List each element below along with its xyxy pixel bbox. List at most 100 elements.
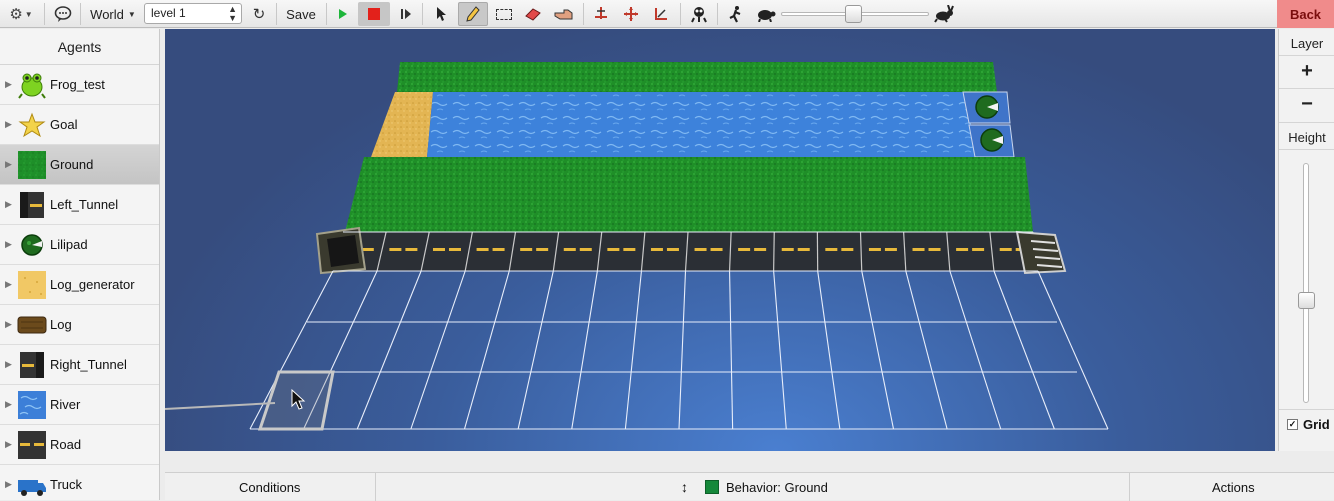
- agent-item-ground[interactable]: ▶ Ground: [0, 145, 159, 185]
- lilipad-tile: [969, 125, 1014, 157]
- cursor-ray: [165, 403, 275, 409]
- road-dash: [564, 248, 576, 251]
- agent-item-log-generator[interactable]: ▶ Log_generator: [0, 265, 159, 305]
- road-tile-divider: [774, 232, 775, 271]
- speech-bubble-icon: [54, 5, 72, 23]
- agent-item-frog-test[interactable]: ▶ Frog_test: [0, 65, 159, 105]
- right-panel: Layer + − Height ✓ Grid: [1278, 29, 1334, 451]
- marquee-select-tool[interactable]: [494, 0, 514, 28]
- road-dash: [695, 248, 707, 251]
- agent-item-river[interactable]: ▶ River: [0, 385, 159, 425]
- agents-panel: Agents ▶ Frog_test ▶ Goal ▶ Ground ▶ Lef…: [0, 29, 160, 500]
- road-dash: [754, 248, 766, 251]
- disclosure-triangle-icon[interactable]: ▶: [5, 279, 12, 290]
- behavior-title-label: Behavior: Ground: [726, 480, 828, 495]
- level-select[interactable]: level 1 ▲▼: [144, 3, 242, 24]
- scale-tool[interactable]: [650, 0, 672, 28]
- updown-arrows-icon: ↕: [681, 479, 688, 495]
- gear-icon: ⚙: [9, 5, 22, 23]
- hand-tool[interactable]: [552, 0, 576, 28]
- play-button[interactable]: [334, 0, 352, 28]
- speed-slider-thumb[interactable]: [845, 5, 862, 23]
- rotate-tool[interactable]: [590, 0, 612, 28]
- level-select-value: level 1: [151, 6, 186, 20]
- running-figure-icon: [727, 5, 743, 23]
- agent-item-log[interactable]: ▶ Log: [0, 305, 159, 345]
- settings-menu-button[interactable]: ⚙▼: [6, 0, 36, 28]
- agent-item-label: Log: [50, 317, 72, 332]
- runner-tool[interactable]: [724, 0, 746, 28]
- agent-item-left-tunnel[interactable]: ▶ Left_Tunnel: [0, 185, 159, 225]
- river-tile-icon: [17, 390, 47, 420]
- fast-speed-button[interactable]: [931, 0, 957, 28]
- agent-item-right-tunnel[interactable]: ▶ Right_Tunnel: [0, 345, 159, 385]
- road-dash: [929, 248, 941, 251]
- road-dash: [667, 248, 679, 251]
- slow-speed-button[interactable]: [754, 0, 778, 28]
- disclosure-triangle-icon[interactable]: ▶: [5, 159, 12, 170]
- actions-header[interactable]: Actions: [1212, 473, 1255, 501]
- agent-item-label: Log_generator: [50, 277, 135, 292]
- log-generator-tile: [371, 92, 433, 157]
- layer-up-button[interactable]: +: [1279, 56, 1334, 86]
- disclosure-triangle-icon[interactable]: ▶: [5, 479, 12, 490]
- resize-handle[interactable]: ↕: [681, 473, 688, 501]
- road-dash: [711, 248, 723, 251]
- road-dash: [405, 248, 417, 251]
- height-slider-thumb[interactable]: [1298, 292, 1315, 309]
- save-button[interactable]: Save: [282, 0, 320, 28]
- ground-strip-top: [397, 62, 997, 92]
- disclosure-triangle-icon[interactable]: ▶: [5, 79, 12, 90]
- disclosure-triangle-icon[interactable]: ▶: [5, 119, 12, 130]
- grid-checkbox[interactable]: ✓ Grid: [1287, 417, 1330, 432]
- stop-icon: [368, 8, 380, 20]
- world-canvas[interactable]: [165, 29, 1275, 451]
- step-forward-icon: [400, 8, 412, 20]
- agent-item-label: Truck: [50, 477, 82, 492]
- ground-swatch-icon: [705, 480, 719, 494]
- disclosure-triangle-icon[interactable]: ▶: [5, 239, 12, 250]
- disclosure-triangle-icon[interactable]: ▶: [5, 319, 12, 330]
- road-dash: [623, 248, 635, 251]
- log-icon: [17, 310, 47, 340]
- conditions-header[interactable]: Conditions: [239, 473, 300, 501]
- road-dash: [362, 248, 374, 251]
- save-label: Save: [286, 7, 316, 22]
- agent-item-label: Right_Tunnel: [50, 357, 127, 372]
- eraser-tool[interactable]: [523, 0, 543, 28]
- road-row: [333, 232, 1038, 271]
- agent-tool[interactable]: [688, 0, 710, 28]
- move-tool[interactable]: [620, 0, 642, 28]
- back-button-label: Back: [1290, 7, 1321, 22]
- height-slider-track[interactable]: [1303, 163, 1309, 403]
- world-menu-label: World: [90, 7, 124, 22]
- truck-icon: [17, 470, 47, 500]
- layer-down-button[interactable]: −: [1279, 89, 1334, 119]
- disclosure-triangle-icon[interactable]: ▶: [5, 199, 12, 210]
- agent-item-truck[interactable]: ▶ Truck: [0, 465, 159, 500]
- select-tool[interactable]: [432, 0, 450, 28]
- step-button[interactable]: [397, 0, 415, 28]
- chat-button[interactable]: [52, 0, 74, 28]
- road-dash: [536, 248, 548, 251]
- minus-icon: −: [1301, 93, 1313, 116]
- disclosure-triangle-icon[interactable]: ▶: [5, 439, 12, 450]
- road-dash: [1000, 248, 1012, 251]
- agent-item-road[interactable]: ▶ Road: [0, 425, 159, 465]
- reload-button[interactable]: ↻: [249, 0, 269, 28]
- road-dash: [738, 248, 750, 251]
- play-icon: [338, 8, 348, 20]
- disclosure-triangle-icon[interactable]: ▶: [5, 359, 12, 370]
- world-menu[interactable]: World▼: [88, 0, 138, 28]
- agent-item-lilipad[interactable]: ▶ Lilipad: [0, 225, 159, 265]
- star-icon: [17, 110, 47, 140]
- marquee-icon: [496, 9, 512, 20]
- right-tunnel-block: [1017, 232, 1065, 273]
- disclosure-triangle-icon[interactable]: ▶: [5, 399, 12, 410]
- agent-item-goal[interactable]: ▶ Goal: [0, 105, 159, 145]
- checkmark-icon: ✓: [1287, 419, 1298, 430]
- back-button[interactable]: Back: [1277, 0, 1334, 28]
- behavior-editor-bar: Conditions ↕ Behavior: Ground Actions: [165, 472, 1334, 500]
- road-dash: [477, 248, 489, 251]
- road-dash: [956, 248, 968, 251]
